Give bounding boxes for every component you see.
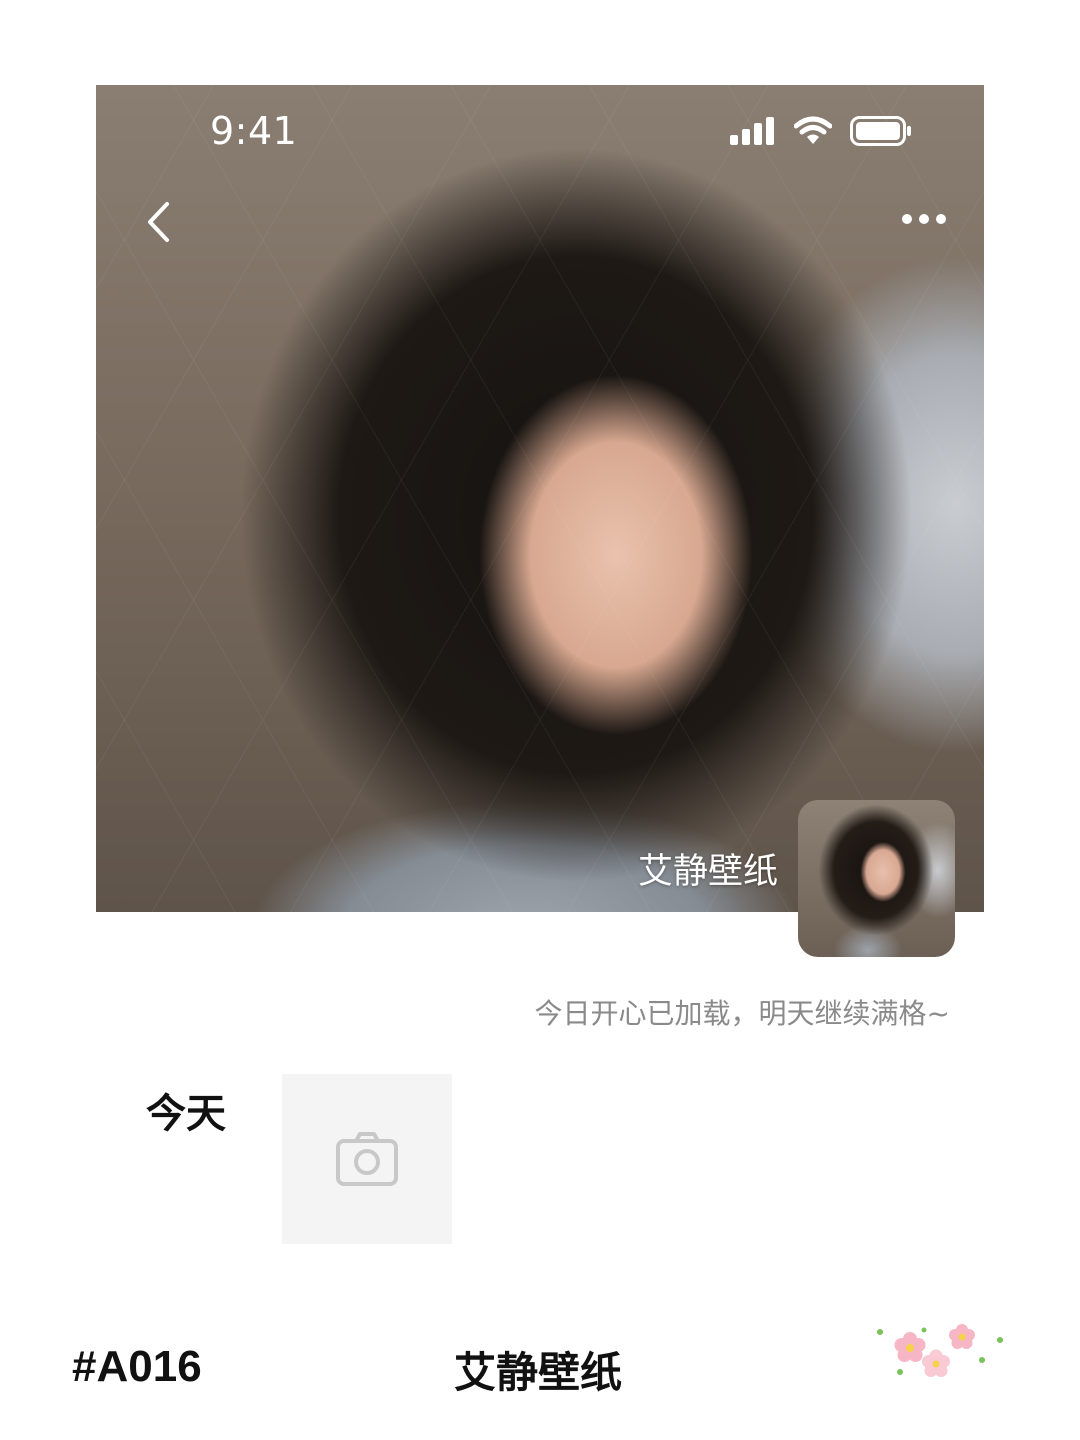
status-icons <box>730 116 912 150</box>
upload-photo-button[interactable] <box>282 1074 452 1244</box>
album-name: 艾静壁纸 <box>637 852 778 892</box>
back-button[interactable] <box>138 197 178 247</box>
chevron-left-icon <box>148 202 169 242</box>
brand-name: 艾静壁纸 <box>454 1348 623 1397</box>
avatar[interactable] <box>798 800 955 957</box>
cover-image: 9:41 艾静壁纸 <box>96 85 984 912</box>
status-message: 今日开心已加载，明天继续满格~ <box>534 997 950 1030</box>
status-time: 9:41 <box>210 109 298 153</box>
flowers-icon <box>872 1320 1012 1392</box>
battery-icon <box>850 116 912 150</box>
wifi-icon <box>793 116 833 150</box>
day-label: 今天 <box>146 1091 226 1137</box>
more-horizontal-icon <box>902 214 946 224</box>
camera-icon <box>336 1132 398 1186</box>
watermark-overlay <box>96 85 984 912</box>
signal-icon <box>730 117 776 149</box>
wallpaper-code: #A016 <box>72 1342 202 1391</box>
more-button[interactable] <box>898 207 950 231</box>
